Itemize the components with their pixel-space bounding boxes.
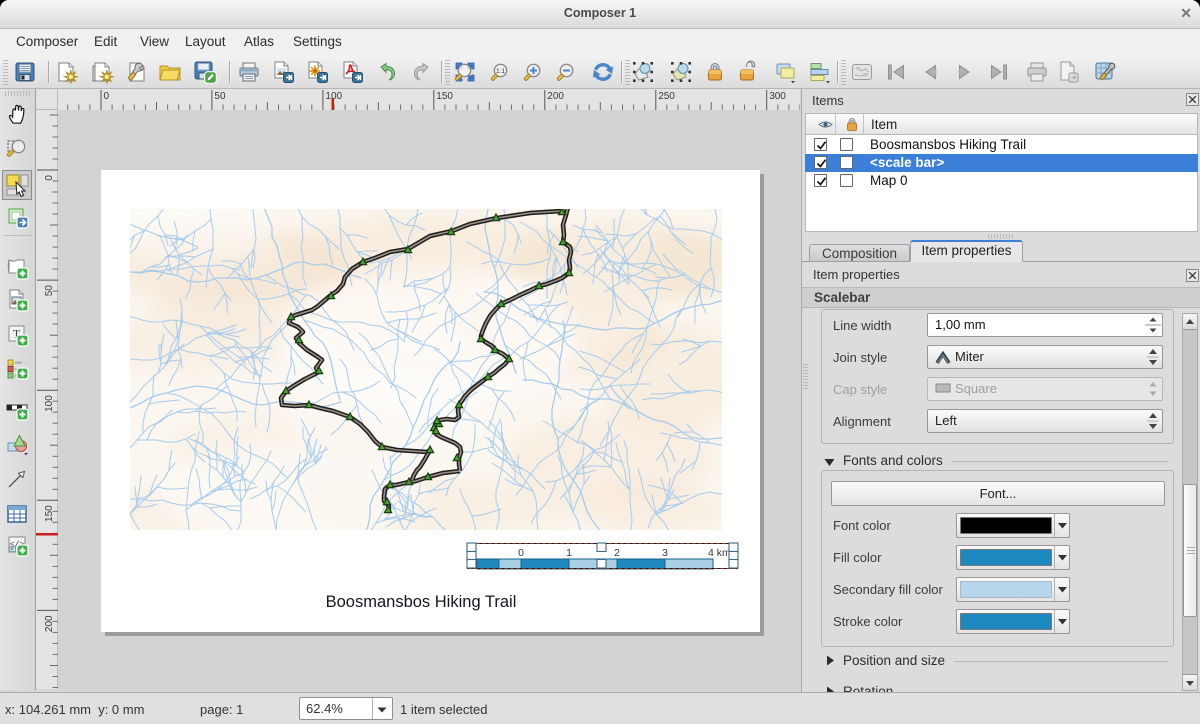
svg-text:3: 3: [662, 547, 668, 559]
svg-text:250: 250: [658, 91, 675, 102]
svg-text:1: 1: [566, 547, 572, 559]
svg-text:100: 100: [44, 395, 55, 412]
svg-text:1:1: 1:1: [496, 68, 505, 75]
svg-text:50: 50: [214, 91, 226, 102]
svg-text:0: 0: [518, 547, 524, 559]
svg-text:50: 50: [44, 285, 55, 297]
svg-text:0: 0: [44, 175, 55, 181]
svg-text:150: 150: [436, 91, 453, 102]
svg-text:150: 150: [44, 505, 55, 522]
svg-text:4 km: 4 km: [708, 547, 731, 559]
svg-text:2: 2: [614, 547, 620, 559]
svg-text:200: 200: [44, 615, 55, 632]
svg-text:200: 200: [547, 91, 564, 102]
svg-text:300: 300: [769, 91, 786, 102]
svg-text:0: 0: [104, 91, 110, 102]
